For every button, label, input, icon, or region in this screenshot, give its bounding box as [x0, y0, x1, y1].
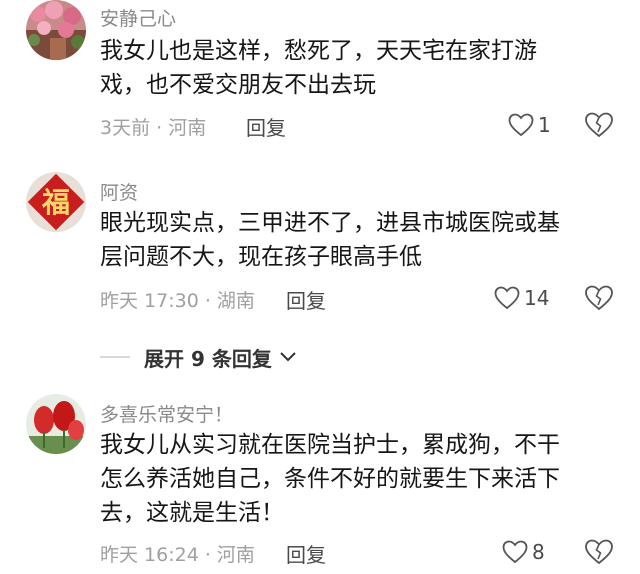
like-button[interactable]: 14 — [494, 283, 549, 313]
broken-heart-icon — [585, 539, 613, 565]
avatar[interactable] — [26, 394, 86, 454]
comment-text-line: 戏，也不爱交朋友不出去玩 — [100, 72, 376, 98]
comment-text: 我女儿也是这样，愁死了，天天宅在家打游 戏，也不爱交朋友不出去玩 — [100, 34, 600, 102]
dislike-button[interactable] — [584, 111, 614, 141]
reply-button[interactable]: 回复 — [286, 285, 326, 314]
comment-text: 眼光现实点，三甲进不了，进县市城医院或基 层问题不大，现在孩子眼高手低 — [100, 206, 600, 274]
heart-outline-icon — [502, 540, 528, 564]
reply-button[interactable]: 回复 — [246, 112, 286, 141]
heart-outline-icon — [508, 113, 534, 137]
like-count: 8 — [532, 540, 545, 564]
reply-button[interactable]: 回复 — [286, 539, 326, 568]
dislike-button[interactable] — [584, 538, 614, 568]
dislike-button[interactable] — [584, 284, 614, 314]
comment-text-line: 层问题不大，现在孩子眼高手低 — [100, 244, 422, 270]
comment-text-line: 眼光现实点，三甲进不了，进县市城医院或基 — [100, 210, 560, 236]
username[interactable]: 多喜乐常安宁！ — [100, 400, 233, 427]
like-count: 14 — [524, 286, 550, 310]
comment-meta: 3天前 · 河南 回复 1 — [100, 110, 620, 140]
comment-text-line: 我女儿从实习就在医院当护士，累成狗，不干 — [100, 432, 560, 458]
like-button[interactable]: 8 — [502, 537, 545, 567]
chevron-down-icon[interactable] — [278, 350, 298, 364]
avatar[interactable]: 福 — [26, 172, 86, 232]
comment-text: 我女儿从实习就在医院当护士，累成狗，不干 怎么养活她自己，条件不好的就要生下来活… — [100, 428, 600, 530]
timestamp-location: 3天前 · 河南 — [100, 117, 207, 139]
flower-avatar-image — [26, 0, 86, 60]
avatar[interactable] — [26, 0, 86, 60]
comment-meta: 昨天 17:30 · 湖南 回复 14 — [100, 283, 620, 313]
username[interactable]: 安静己心 — [100, 4, 176, 31]
comment-text-line: 去，这就是生活！ — [100, 500, 284, 526]
timestamp-location: 昨天 16:24 · 河南 — [100, 544, 255, 566]
expand-replies-label[interactable]: 展开 9 条回复 — [144, 343, 272, 372]
divider-line — [100, 356, 130, 358]
like-count: 1 — [538, 113, 551, 137]
fu-character-avatar-image: 福 — [26, 172, 86, 232]
username[interactable]: 阿资 — [100, 178, 138, 205]
heart-outline-icon — [494, 286, 520, 310]
timestamp-location: 昨天 17:30 · 湖南 — [100, 290, 255, 312]
comment-meta: 昨天 16:24 · 河南 回复 8 — [100, 537, 620, 567]
comment-text-line: 怎么养活她自己，条件不好的就要生下来活下 — [100, 466, 560, 492]
comment-text-line: 我女儿也是这样，愁死了，天天宅在家打游 — [100, 38, 537, 64]
expand-replies[interactable]: 展开 9 条回复 — [100, 342, 298, 372]
broken-heart-icon — [585, 285, 613, 311]
avatar-glyph: 福 — [41, 186, 70, 219]
like-button[interactable]: 1 — [508, 110, 551, 140]
tulip-avatar-image — [26, 394, 86, 454]
broken-heart-icon — [585, 112, 613, 138]
